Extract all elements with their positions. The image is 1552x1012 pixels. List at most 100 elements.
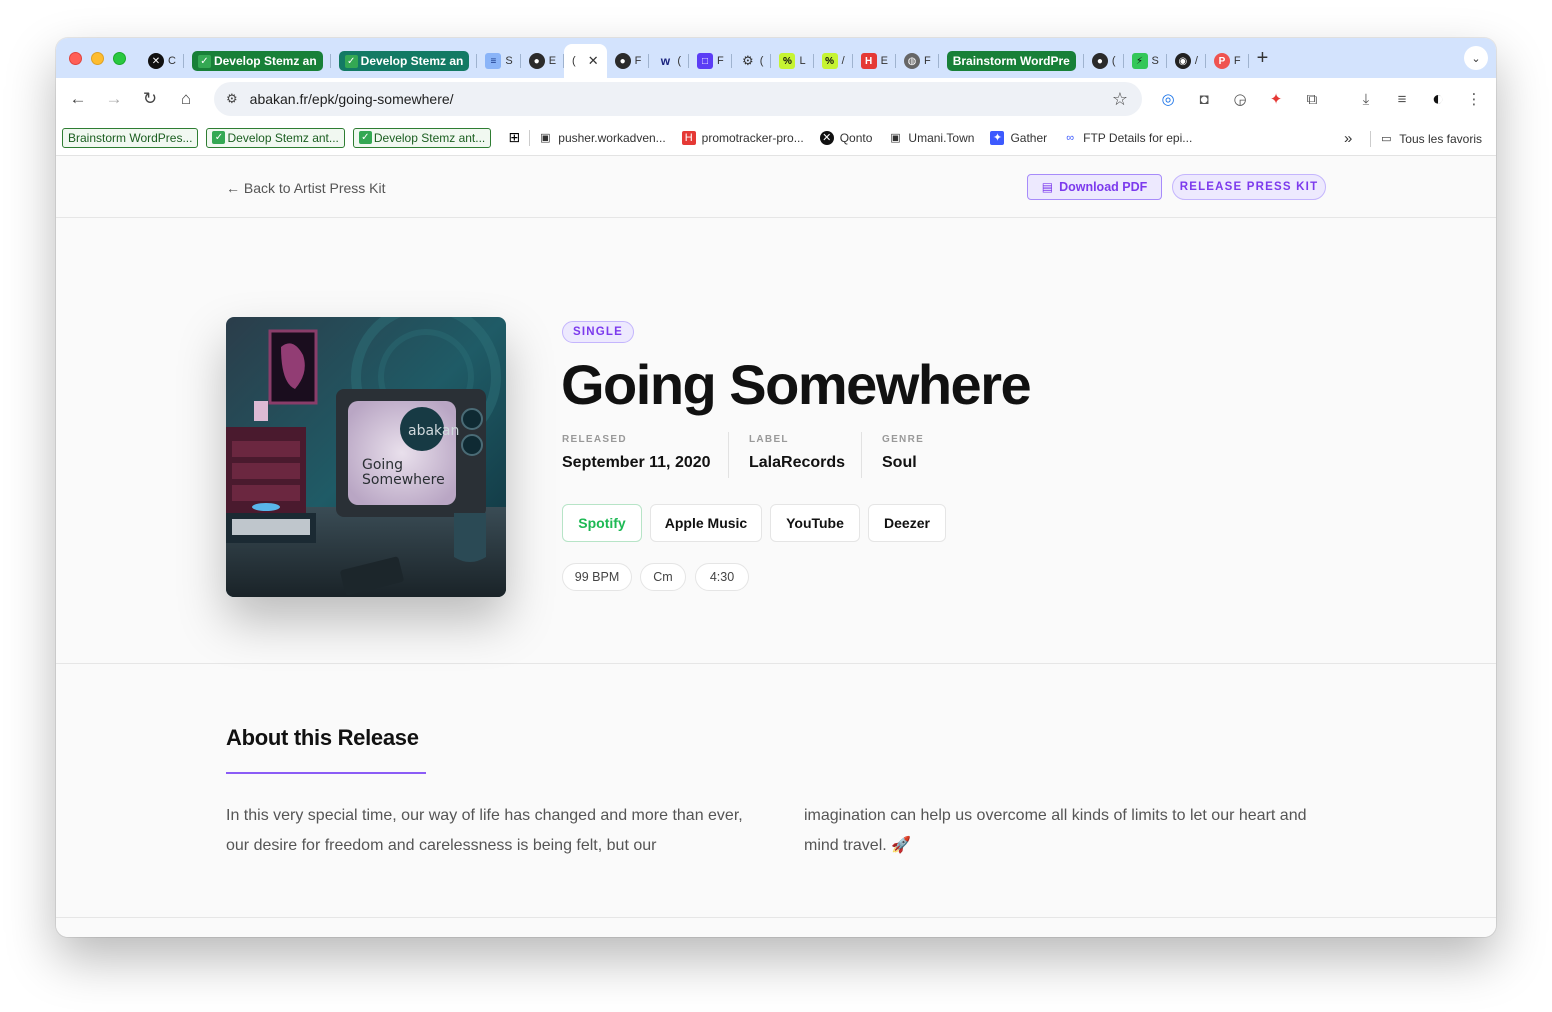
youtube-link[interactable]: YouTube	[770, 504, 860, 542]
bookmark-item[interactable]: ▣ Umani.Town	[888, 131, 974, 145]
about-section: About this Release In this very special …	[56, 664, 1496, 918]
page-icon: ▣	[890, 132, 901, 144]
browser-window: ✕ C ✓ Develop Stemz an ✓ Develop Stemz an …	[56, 38, 1496, 937]
puzzle-extensions-icon[interactable]: ⧉	[1300, 87, 1324, 111]
tab[interactable]: ≡ S	[477, 45, 521, 77]
tab-group-chip[interactable]: ✓ Develop Stemz an	[191, 51, 323, 71]
h-icon: H	[681, 130, 696, 145]
all-favorites-folder[interactable]: ▭ Tous les favoris	[1379, 132, 1482, 146]
bookmark-star-icon[interactable]: ☆	[1112, 89, 1128, 110]
url-text[interactable]: abakan.fr/epk/going-somewhere/	[250, 91, 454, 107]
tab-group-brainstorm[interactable]: Brainstorm WordPre	[939, 45, 1084, 77]
bolt-icon: ⚡	[1131, 53, 1148, 69]
close-window-button[interactable]	[69, 51, 82, 65]
bookmark-chip[interactable]: ✓ Develop Stemz ant...	[352, 127, 492, 148]
reload-icon[interactable]: ↻	[136, 85, 164, 113]
lime-icon: %	[821, 53, 838, 69]
profile-avatar-icon[interactable]: ◐	[1426, 87, 1450, 111]
record-icon: ●	[528, 53, 545, 69]
checkmark-icon: ✓	[197, 54, 211, 68]
cover-text-line-1: Going	[362, 457, 403, 473]
bookmark-chip[interactable]: Brainstorm WordPres...	[62, 127, 199, 148]
apple-music-link[interactable]: Apple Music	[650, 504, 762, 542]
meta-released: RELEASED September 11, 2020	[562, 434, 711, 472]
tab[interactable]: w (	[649, 45, 689, 77]
record-icon: ●	[1091, 53, 1108, 69]
tab[interactable]: ⚙ (	[732, 45, 772, 77]
download-icon[interactable]: ⤓	[1354, 87, 1378, 111]
apps-grid-icon[interactable]: ⊞	[507, 129, 521, 145]
tab[interactable]: ⚡ S	[1124, 45, 1167, 77]
home-icon[interactable]: ⌂	[172, 85, 200, 113]
meta-label-block: LABEL LalaRecords	[749, 434, 845, 472]
bookmark-item[interactable]: ▣ pusher.workadven...	[538, 131, 666, 145]
minimize-window-button[interactable]	[91, 51, 104, 65]
tab[interactable]: ● (	[1084, 45, 1124, 77]
forward-arrow-icon[interactable]: →	[100, 85, 128, 113]
browser-toolbar: ← → ↻ ⌂ ⚙ abakan.fr/epk/going-somewhere/…	[56, 78, 1496, 120]
download-pdf-button[interactable]: ▤ Download PDF	[1027, 174, 1162, 200]
bookmark-chip[interactable]: ✓ Develop Stemz ant...	[206, 127, 345, 148]
tab[interactable]: ◍ F	[896, 45, 939, 77]
bookmark-item[interactable]: ✦ Gather	[990, 130, 1047, 145]
extension-c-icon[interactable]: ◎	[1156, 87, 1180, 111]
bookmarks-right: » ▭ Tous les favoris	[1344, 130, 1482, 147]
new-tab-button[interactable]: +	[1257, 47, 1269, 70]
tab-group-develop-stemz-2[interactable]: ✓ Develop Stemz an	[331, 45, 478, 77]
meta-divider	[728, 432, 729, 478]
meta-divider	[861, 432, 862, 478]
media-queue-icon[interactable]: ≡	[1390, 87, 1414, 111]
bird-extension-icon[interactable]: ✦	[1264, 87, 1288, 111]
chevron-down-icon[interactable]: ⌄	[1464, 46, 1488, 70]
folder-icon: ▭	[1381, 133, 1392, 145]
release-hero: abakan Going Somewhere SINGLE Going Some…	[56, 218, 1496, 664]
bookmark-item[interactable]: Hpromotracker-pro...	[681, 130, 804, 145]
tab[interactable]: % /	[814, 45, 853, 77]
about-text-col-1: In this very special time, our way of li…	[226, 807, 743, 854]
epk-top-nav: ← Back to Artist Press Kit ▤ Download PD…	[56, 156, 1496, 218]
site-settings-icon[interactable]: ⚙	[226, 91, 238, 107]
tab[interactable]: □ F	[689, 45, 732, 77]
tab[interactable]: ◉ /	[1167, 45, 1206, 77]
tab[interactable]: H E	[853, 45, 896, 77]
bookmarks-bar: Brainstorm WordPres... ✓ Develop Stemz an…	[56, 120, 1496, 156]
tab[interactable]: % L	[771, 45, 814, 77]
close-tab-icon[interactable]: ✕	[588, 53, 599, 69]
lime-icon: %	[779, 53, 796, 69]
grammar-icon[interactable]: ◶	[1228, 87, 1252, 111]
bookmark-item[interactable]: ✕ Qonto	[819, 130, 872, 145]
tab-group-develop-stemz[interactable]: ✓ Develop Stemz an	[184, 45, 331, 77]
release-press-kit-button[interactable]: RELEASE PRESS KIT	[1172, 174, 1326, 200]
back-to-press-kit-link[interactable]: ← Back to Artist Press Kit	[226, 180, 386, 196]
wave-icon: w	[660, 54, 671, 68]
deezer-link[interactable]: Deezer	[868, 504, 946, 542]
camera-icon[interactable]: ◘	[1192, 87, 1216, 111]
p-icon: P	[1213, 53, 1230, 69]
bookmark-separator	[529, 129, 531, 146]
heading-underline	[226, 772, 426, 774]
bookmark-item[interactable]: ∞ FTP Details for epi...	[1063, 131, 1192, 145]
spotify-link[interactable]: Spotify	[562, 504, 642, 542]
globe-icon: ◍	[903, 53, 920, 69]
tab[interactable]: ● E	[521, 45, 565, 77]
tab-group-chip[interactable]: Brainstorm WordPre	[946, 51, 1076, 71]
tab[interactable]: P F	[1206, 45, 1249, 77]
address-bar[interactable]: ⚙ abakan.fr/epk/going-somewhere/ ☆	[214, 82, 1142, 116]
bookmark-separator	[1370, 130, 1372, 147]
github-icon: ◉	[1174, 53, 1191, 69]
checkmark-icon: ✓	[344, 54, 358, 68]
page-content: ← Back to Artist Press Kit ▤ Download PD…	[56, 156, 1496, 937]
release-title: Going Somewhere	[561, 353, 1032, 416]
tab[interactable]: ✕ C	[140, 45, 184, 77]
more-menu-icon[interactable]: ⋮	[1462, 87, 1486, 111]
back-arrow-icon[interactable]: ←	[64, 85, 92, 113]
maximize-window-button[interactable]	[113, 51, 126, 65]
gather-icon: ✦	[990, 130, 1005, 145]
tab-active[interactable]: ( ✕	[564, 44, 607, 78]
released-label: RELEASED	[562, 434, 627, 445]
tab[interactable]: ● F	[607, 45, 650, 77]
meta-genre: GENRE Soul	[882, 434, 924, 472]
more-bookmarks-button[interactable]: »	[1344, 130, 1352, 147]
qonto-icon: ✕	[819, 130, 834, 145]
tab-group-chip[interactable]: ✓ Develop Stemz an	[338, 51, 470, 71]
